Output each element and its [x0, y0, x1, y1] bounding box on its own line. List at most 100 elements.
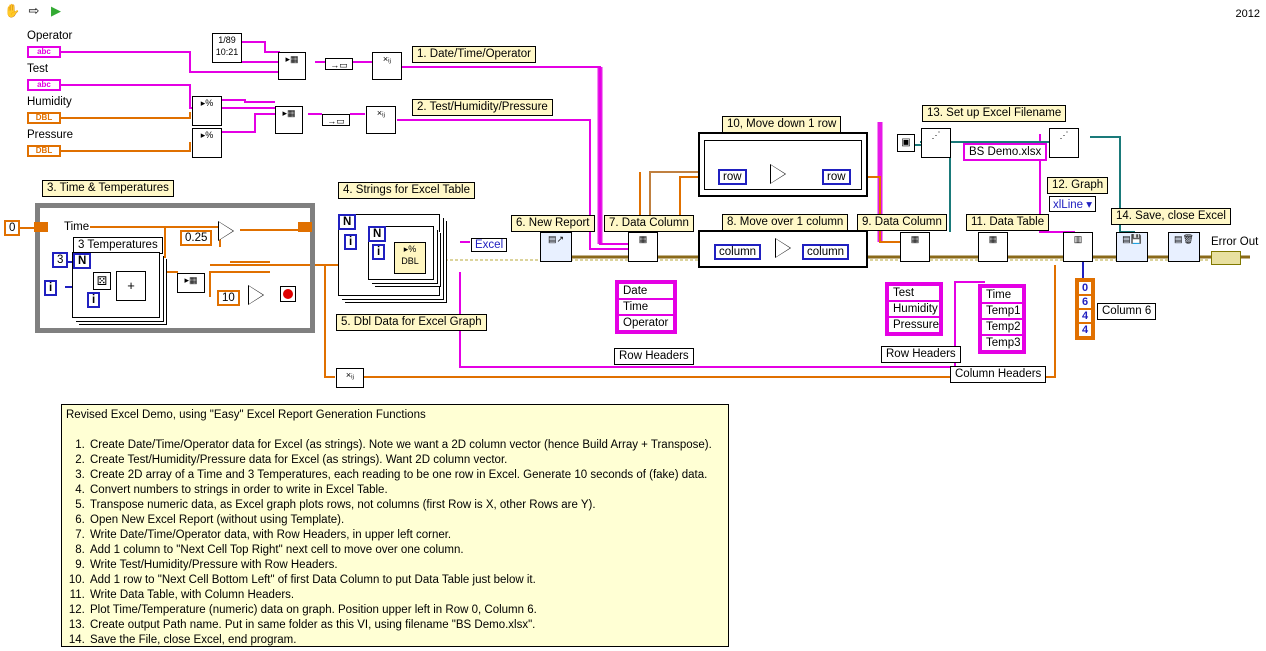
column-out-terminal: column: [802, 244, 850, 260]
test-control[interactable]: abc: [27, 79, 61, 91]
report-type-ring[interactable]: Excel: [471, 238, 508, 252]
pressure-control[interactable]: DBL: [27, 145, 61, 157]
position-width: 4: [1079, 324, 1091, 336]
comment-step: Transpose numeric data, as Excel graph p…: [88, 498, 724, 513]
number-to-string-1-icon[interactable]: ▸%: [192, 96, 222, 126]
time-label: Time: [64, 221, 90, 233]
description-comment: Revised Excel Demo, using "Easy" Excel R…: [61, 404, 729, 647]
n-terminal: N: [73, 253, 92, 269]
row-in-terminal: row: [718, 169, 747, 185]
strip-path-icon[interactable]: ⋰: [921, 128, 951, 158]
step-4-label: 4. Strings for Excel Table: [338, 182, 475, 199]
comment-step: Create 2D array of a Time and 3 Temperat…: [88, 468, 724, 483]
save-report-icon[interactable]: ▤💾: [1116, 232, 1148, 262]
row-out-terminal: row: [822, 169, 851, 185]
excel-table-1-icon[interactable]: ▦: [628, 232, 658, 262]
increment-column-icon[interactable]: [775, 238, 791, 258]
chart-type-value: xlLine: [1053, 199, 1084, 211]
limit-constant[interactable]: 10: [217, 290, 240, 306]
build-array-node-2-icon[interactable]: ▸▦: [275, 106, 303, 134]
inner-n-terminal: N: [368, 226, 387, 242]
build-array-node-1-icon[interactable]: ▸▦: [278, 52, 306, 80]
step-6-label: 6. New Report: [511, 215, 595, 232]
diagram-tab-bar: [70, 0, 1266, 23]
step-14-label: 14. Save, close Excel: [1111, 208, 1231, 225]
transpose-node-1-icon[interactable]: ×ᵢⱼ: [372, 52, 402, 80]
inner-iteration-terminal: i: [87, 292, 101, 308]
current-vi-path-icon[interactable]: ▣: [897, 134, 915, 152]
pressure-label: Pressure: [27, 129, 74, 141]
new-report-icon[interactable]: ▤↗: [540, 232, 572, 262]
add-triangle-icon[interactable]: [218, 221, 234, 241]
comment-step: Add 1 row to "Next Cell Bottom Left" of …: [88, 573, 724, 588]
stop-condition[interactable]: [280, 286, 296, 302]
column-headers-caption: Column Headers: [950, 366, 1047, 383]
dispose-report-icon[interactable]: ▤🗑: [1168, 232, 1200, 262]
inner-i-terminal-2: i: [372, 244, 386, 260]
position-row: 0: [1079, 282, 1091, 294]
step-9-label: 9. Data Column: [857, 214, 947, 231]
col-header-time: Time: [982, 288, 1022, 302]
step-2-label: 2. Test/Humidity/Pressure: [412, 99, 553, 116]
step-13-label: 13. Set up Excel Filename: [922, 105, 1067, 122]
comment-step: Create Date/Time/Operator data for Excel…: [88, 438, 724, 453]
excel-graph-icon[interactable]: ▥: [1063, 232, 1093, 262]
tool-palette: ✋ ⇨ ▶: [0, 0, 70, 22]
comment-step: Create output Path name. Put in same fol…: [88, 618, 724, 633]
row-headers-1-array[interactable]: Date Time Operator: [615, 280, 677, 334]
comment-step: Add 1 column to "Next Cell Top Right" ne…: [88, 543, 724, 558]
row-header-humidity: Humidity: [889, 302, 939, 316]
error-out-indicator[interactable]: [1211, 251, 1241, 265]
col-header-temp1: Temp1: [982, 304, 1022, 318]
comment-steps: Create Date/Time/Operator data for Excel…: [66, 438, 724, 648]
position-column: 6: [1079, 296, 1091, 308]
reshape-node-2-icon[interactable]: →▭: [322, 114, 350, 126]
row-header-date: Date: [619, 284, 673, 298]
filename-constant[interactable]: BS Demo.xlsx: [963, 143, 1048, 161]
transpose-node-3-icon[interactable]: ×ᵢⱼ: [336, 368, 364, 388]
step-1-label: 1. Date/Time/Operator: [412, 46, 536, 63]
build-array-node-3-icon[interactable]: ▸▦: [177, 273, 205, 293]
hand-icon[interactable]: ✋: [4, 3, 20, 19]
operator-control[interactable]: abc: [27, 46, 61, 58]
row-headers-2-array[interactable]: Test Humidity Pressure: [885, 282, 943, 336]
step-7-label: 7. Data Column: [604, 215, 694, 232]
compare-triangle-icon[interactable]: [248, 285, 264, 305]
row-header-pressure: Pressure: [889, 318, 939, 332]
step-10-label: 10, Move down 1 row: [722, 116, 842, 133]
row-headers-1-caption: Row Headers: [614, 348, 694, 365]
outer-n-terminal: N: [338, 214, 357, 230]
increment-row-icon[interactable]: [770, 164, 786, 184]
position-height: 4: [1079, 310, 1091, 322]
transpose-node-2-icon[interactable]: ×ᵢⱼ: [366, 106, 396, 134]
col-header-temp2: Temp2: [982, 320, 1022, 334]
comment-intro: Revised Excel Demo, using "Easy" Excel R…: [66, 409, 426, 421]
reshape-node-1-icon[interactable]: →▭: [325, 58, 353, 70]
add-node-icon[interactable]: +: [116, 271, 146, 301]
column-headers-array[interactable]: Time Temp1 Temp2 Temp3: [978, 284, 1026, 354]
number-to-string-2-icon[interactable]: ▸%: [192, 128, 222, 158]
excel-table-2-icon[interactable]: ▦: [900, 232, 930, 262]
loop-count-constant[interactable]: 3: [52, 252, 69, 268]
humidity-control[interactable]: DBL: [27, 112, 61, 124]
row-header-time: Time: [619, 300, 673, 314]
comment-step: Write Test/Humidity/Pressure with Row He…: [88, 558, 724, 573]
run-icon[interactable]: ▶: [48, 3, 64, 19]
column-in-terminal: column: [714, 244, 762, 260]
shift-register-right-icon: [298, 222, 312, 232]
comment-step: Create Test/Humidity/Pressure data for E…: [88, 453, 724, 468]
num-to-frac-string-icon[interactable]: ▸% DBL: [394, 242, 426, 274]
comment-step: Write Date/Time/Operator data, with Row …: [88, 528, 724, 543]
chart-type-ring[interactable]: xlLine ▾: [1049, 196, 1097, 212]
step-5-label: 5. Dbl Data for Excel Graph: [336, 314, 487, 331]
build-path-icon[interactable]: ⋰: [1049, 128, 1079, 158]
date-time-node-icon[interactable]: 1/89 10:21: [212, 33, 242, 63]
init-constant[interactable]: 0: [4, 220, 21, 236]
position-array[interactable]: 0 6 4 4: [1075, 278, 1095, 340]
arrow-icon[interactable]: ⇨: [26, 3, 42, 19]
excel-table-3-icon[interactable]: ▦: [978, 232, 1008, 262]
test-label: Test: [27, 63, 49, 75]
row-headers-2-caption: Row Headers: [881, 346, 961, 363]
step-constant[interactable]: 0.25: [180, 230, 213, 246]
comment-step: Write Data Table, with Column Headers.: [88, 588, 724, 603]
